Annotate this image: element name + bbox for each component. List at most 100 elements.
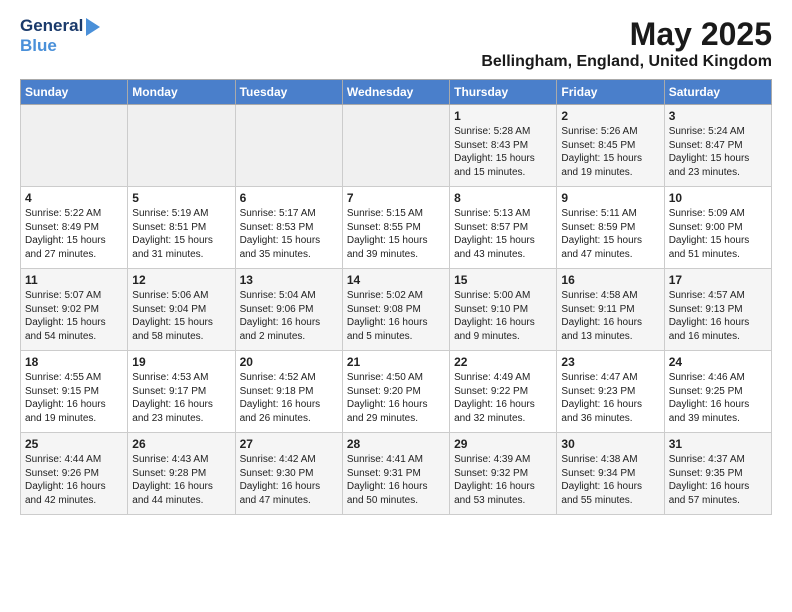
cell-3-7: 17Sunrise: 4:57 AMSunset: 9:13 PMDayligh… [664,269,771,351]
calendar-table: Sunday Monday Tuesday Wednesday Thursday… [20,79,772,515]
col-tuesday: Tuesday [235,80,342,105]
cell-content: Sunrise: 4:42 AMSunset: 9:30 PMDaylight:… [240,454,321,506]
day-number: 22 [454,355,552,369]
day-number: 14 [347,273,445,287]
day-number: 3 [669,109,767,123]
cell-content: Sunrise: 5:28 AMSunset: 8:43 PMDaylight:… [454,126,535,178]
cell-1-2 [128,105,235,187]
cell-4-1: 18 Sunrise: 4:55 AMSunset: 9:15 PMDayligh… [21,351,128,433]
day-number: 5 [132,191,230,205]
cell-content: Sunrise: 4:38 AMSunset: 9:34 PMDaylight:… [561,454,642,506]
cell-1-7: 3 Sunrise: 5:24 AMSunset: 8:47 PMDaylight… [664,105,771,187]
cell-content: Sunrise: 4:43 AMSunset: 9:28 PMDaylight:… [132,454,213,506]
cell-content: Sunrise: 5:11 AMSunset: 8:59 PMDaylight:… [561,208,642,260]
day-number: 4 [25,191,123,205]
cell-4-3: 20 Sunrise: 4:52 AMSunset: 9:18 PMDayligh… [235,351,342,433]
cell-3-6: 16 Sunrise: 4:58 AMSunset: 9:11 PMDayligh… [557,269,664,351]
day-number: 13 [240,273,338,287]
cell-1-4 [342,105,449,187]
cell-content: Sunrise: 5:04 AMSunset: 9:06 PMDaylight:… [240,290,321,342]
cell-content: Sunrise: 4:52 AMSunset: 9:18 PMDaylight:… [240,372,321,424]
cell-content: Sunrise: 4:58 AMSunset: 9:11 PMDaylight:… [561,290,642,342]
day-number: 19 [132,355,230,369]
cell-1-1 [21,105,128,187]
col-monday: Monday [128,80,235,105]
cell-content: Sunrise: 4:55 AMSunset: 9:15 PMDaylight:… [25,372,106,424]
col-wednesday: Wednesday [342,80,449,105]
cell-content: Sunrise: 4:53 AMSunset: 9:17 PMDaylight:… [132,372,213,424]
cell-2-4: 7 Sunrise: 5:15 AMSunset: 8:55 PMDaylight… [342,187,449,269]
day-number: 17 [669,273,767,287]
cell-content: Sunrise: 4:46 AMSunset: 9:25 PMDaylight:… [669,372,750,424]
cell-3-3: 13 Sunrise: 5:04 AMSunset: 9:06 PMDayligh… [235,269,342,351]
cell-2-7: 10Sunrise: 5:09 AMSunset: 9:00 PMDayligh… [664,187,771,269]
day-number: 7 [347,191,445,205]
cell-3-1: 11 Sunrise: 5:07 AMSunset: 9:02 PMDayligh… [21,269,128,351]
day-number: 11 [25,273,123,287]
day-number: 9 [561,191,659,205]
col-sunday: Sunday [21,80,128,105]
title-block: May 2025 Bellingham, England, United Kin… [481,16,772,71]
cell-content: Sunrise: 5:06 AMSunset: 9:04 PMDaylight:… [132,290,213,342]
cell-4-6: 23 Sunrise: 4:47 AMSunset: 9:23 PMDayligh… [557,351,664,433]
day-number: 30 [561,437,659,451]
cell-content: Sunrise: 5:00 AMSunset: 9:10 PMDaylight:… [454,290,535,342]
col-saturday: Saturday [664,80,771,105]
cell-4-2: 19 Sunrise: 4:53 AMSunset: 9:17 PMDayligh… [128,351,235,433]
cell-3-5: 15 Sunrise: 5:00 AMSunset: 9:10 PMDayligh… [450,269,557,351]
day-number: 24 [669,355,767,369]
cell-5-2: 26 Sunrise: 4:43 AMSunset: 9:28 PMDayligh… [128,433,235,515]
week-row-1: 1 Sunrise: 5:28 AMSunset: 8:43 PMDaylight… [21,105,772,187]
col-friday: Friday [557,80,664,105]
day-number: 29 [454,437,552,451]
cell-content: Sunrise: 5:17 AMSunset: 8:53 PMDaylight:… [240,208,321,260]
cell-2-5: 8Sunrise: 5:13 AMSunset: 8:57 PMDaylight… [450,187,557,269]
cell-content: Sunrise: 5:19 AMSunset: 8:51 PMDaylight:… [132,208,213,260]
day-number: 25 [25,437,123,451]
day-number: 20 [240,355,338,369]
day-number: 1 [454,109,552,123]
cell-4-7: 24 Sunrise: 4:46 AMSunset: 9:25 PMDayligh… [664,351,771,433]
cell-5-4: 28Sunrise: 4:41 AMSunset: 9:31 PMDayligh… [342,433,449,515]
day-number: 15 [454,273,552,287]
day-number: 28 [347,437,445,451]
logo-text: General Blue [20,16,100,56]
cell-5-5: 29 Sunrise: 4:39 AMSunset: 9:32 PMDayligh… [450,433,557,515]
cell-content: Sunrise: 5:13 AMSunset: 8:57 PMDaylight:… [454,208,535,260]
cell-4-5: 22Sunrise: 4:49 AMSunset: 9:22 PMDayligh… [450,351,557,433]
cell-content: Sunrise: 5:22 AMSunset: 8:49 PMDaylight:… [25,208,106,260]
cell-content: Sunrise: 5:09 AMSunset: 9:00 PMDaylight:… [669,208,750,260]
cell-content: Sunrise: 4:47 AMSunset: 9:23 PMDaylight:… [561,372,642,424]
logo-line1: General [20,16,83,36]
day-number: 6 [240,191,338,205]
cell-content: Sunrise: 5:26 AMSunset: 8:45 PMDaylight:… [561,126,642,178]
day-number: 16 [561,273,659,287]
day-number: 26 [132,437,230,451]
cell-3-2: 12 Sunrise: 5:06 AMSunset: 9:04 PMDayligh… [128,269,235,351]
cell-content: Sunrise: 4:37 AMSunset: 9:35 PMDaylight:… [669,454,750,506]
day-number: 31 [669,437,767,451]
cell-content: Sunrise: 5:15 AMSunset: 8:55 PMDaylight:… [347,208,428,260]
cell-3-4: 14Sunrise: 5:02 AMSunset: 9:08 PMDayligh… [342,269,449,351]
cell-1-6: 2Sunrise: 5:26 AMSunset: 8:45 PMDaylight… [557,105,664,187]
cell-content: Sunrise: 4:39 AMSunset: 9:32 PMDaylight:… [454,454,535,506]
col-thursday: Thursday [450,80,557,105]
day-number: 18 [25,355,123,369]
day-number: 12 [132,273,230,287]
cell-1-5: 1 Sunrise: 5:28 AMSunset: 8:43 PMDaylight… [450,105,557,187]
week-row-4: 18 Sunrise: 4:55 AMSunset: 9:15 PMDayligh… [21,351,772,433]
logo-arrow-icon [86,18,100,36]
day-number: 23 [561,355,659,369]
week-row-3: 11 Sunrise: 5:07 AMSunset: 9:02 PMDayligh… [21,269,772,351]
subtitle: Bellingham, England, United Kingdom [481,53,772,71]
cell-2-2: 5 Sunrise: 5:19 AMSunset: 8:51 PMDaylight… [128,187,235,269]
cell-content: Sunrise: 5:24 AMSunset: 8:47 PMDaylight:… [669,126,750,178]
cell-2-1: 4 Sunrise: 5:22 AMSunset: 8:49 PMDaylight… [21,187,128,269]
cell-content: Sunrise: 4:50 AMSunset: 9:20 PMDaylight:… [347,372,428,424]
week-row-5: 25Sunrise: 4:44 AMSunset: 9:26 PMDayligh… [21,433,772,515]
page: General Blue May 2025 Bellingham, Englan… [0,0,792,612]
cell-content: Sunrise: 5:07 AMSunset: 9:02 PMDaylight:… [25,290,106,342]
cell-2-6: 9 Sunrise: 5:11 AMSunset: 8:59 PMDaylight… [557,187,664,269]
cell-5-7: 31 Sunrise: 4:37 AMSunset: 9:35 PMDayligh… [664,433,771,515]
cell-5-6: 30 Sunrise: 4:38 AMSunset: 9:34 PMDayligh… [557,433,664,515]
